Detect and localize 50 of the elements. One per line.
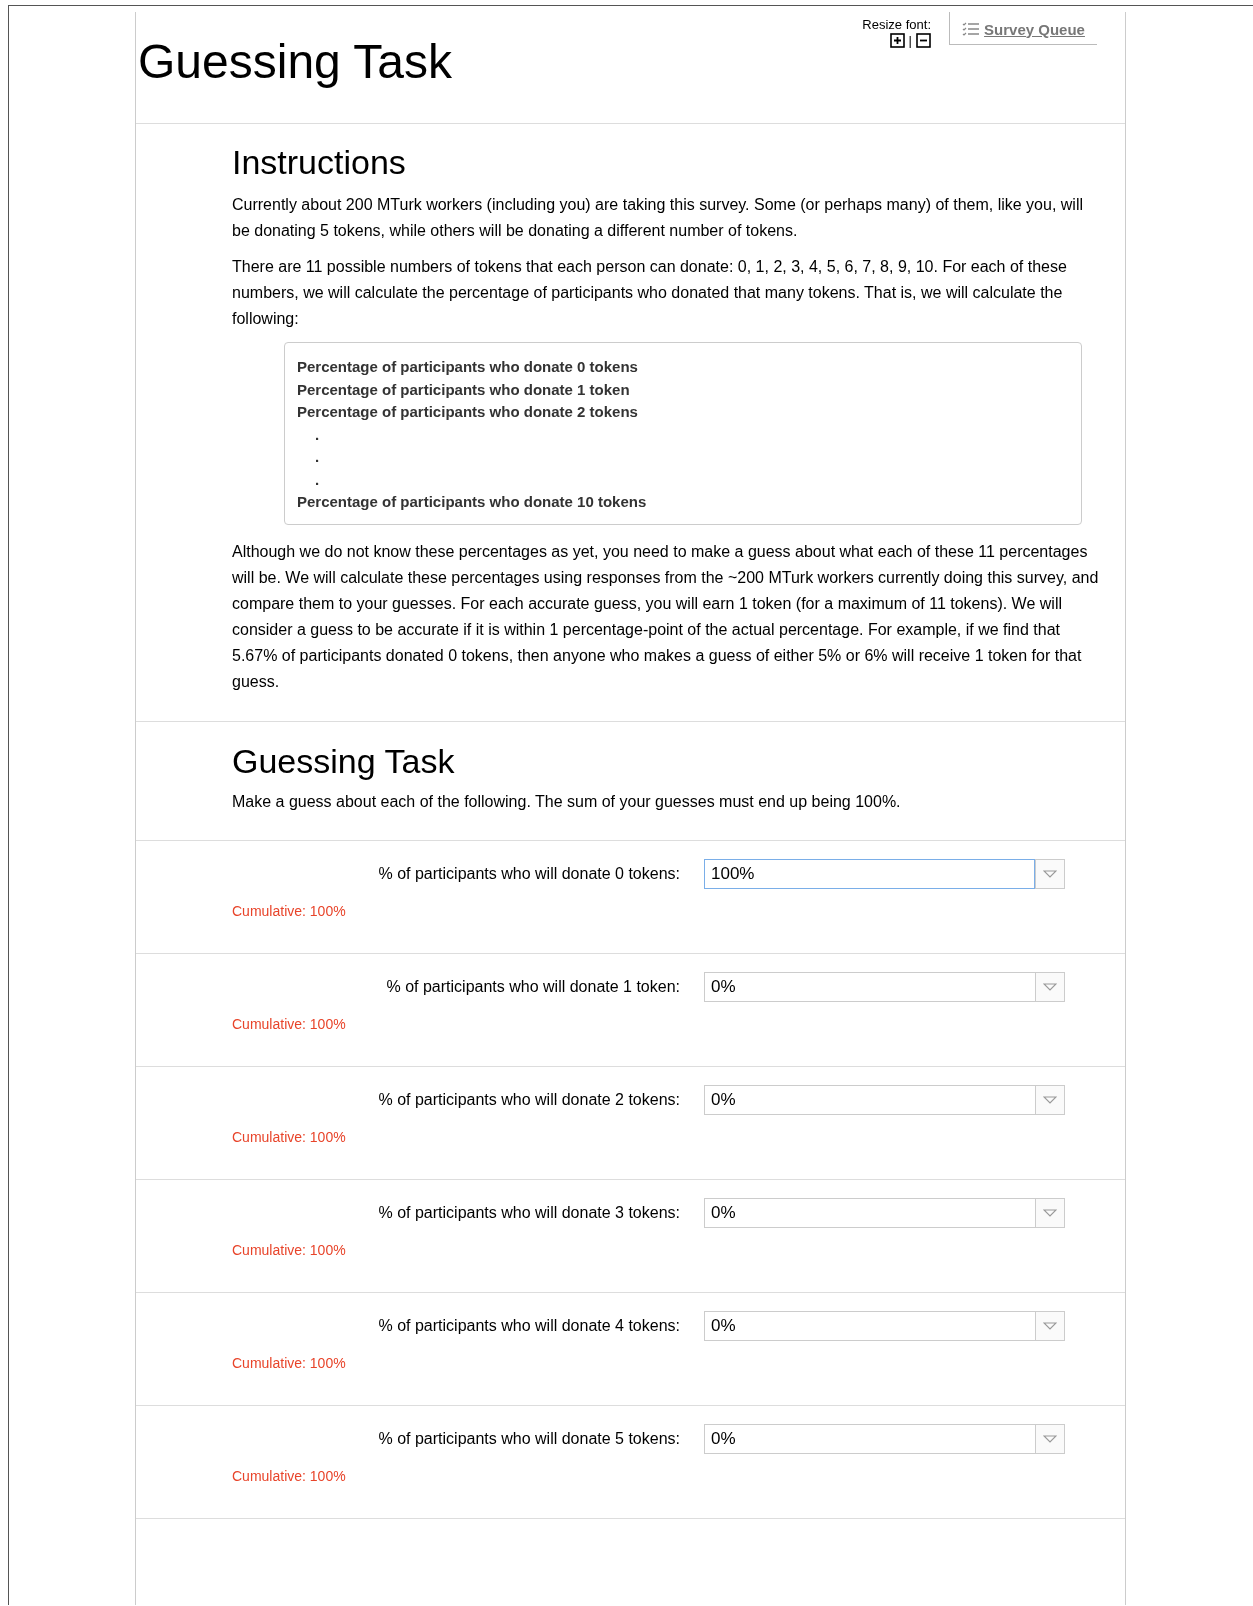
cumulative-text: Cumulative: 100% (232, 1129, 347, 1145)
page-title: Guessing Task (138, 34, 452, 90)
percent-field[interactable]: 0% (704, 1311, 1035, 1341)
survey-queue-link[interactable]: Survey Queue (949, 12, 1097, 45)
cumulative-text: Cumulative: 100% (232, 1355, 347, 1371)
question-label: % of participants who will donate 3 tokens: (377, 1204, 681, 1222)
ellipsis-dot: . (315, 448, 320, 465)
percent-field[interactable]: 0% (704, 1198, 1035, 1228)
paragraph: There are 11 possible numbers of tokens that each person can donate: 0, 1, 2, 3, 4, 5, 6, 7, 8, 9, 10. For each of these numbers, we will calculate the percentage of participants who donated that many tokens. That is, we will calculate the following: (232, 257, 1068, 329)
box-line: Percentage of participants who donate 2 tokens (297, 403, 638, 420)
percent-field[interactable]: 0% (704, 1085, 1035, 1115)
percent-field[interactable]: 0% (704, 972, 1035, 1002)
caret-icon (1043, 1322, 1057, 1330)
question-label: % of participants who will donate 1 token: (385, 978, 681, 996)
percent-field[interactable]: 0% (704, 1424, 1035, 1454)
ellipsis-dot: . (315, 425, 320, 443)
ellipsis-dot: . (315, 470, 320, 488)
paragraph: Currently about 200 MTurk workers (including you) are taking this survey. Some (or perhaps many) of them, like you, will be donating 5 tokens, while others will be donating a different number of tokens. (232, 195, 1084, 241)
dropdown-button[interactable] (1035, 1085, 1065, 1115)
cumulative-text: Cumulative: 100% (232, 903, 347, 919)
caret-icon (1043, 1435, 1057, 1443)
question-label: % of participants who will donate 2 tokens: (377, 1091, 681, 1109)
cumulative-text: Cumulative: 100% (232, 1468, 347, 1484)
box-line: Percentage of participants who donate 0 tokens (297, 358, 638, 375)
box-line: Percentage of participants who donate 10 tokens (297, 493, 647, 510)
dropdown-button[interactable] (1035, 859, 1065, 889)
caret-icon (1043, 870, 1057, 878)
box-line: Percentage of participants who donate 1 token (297, 380, 630, 398)
section-heading: Guessing Task (232, 741, 456, 781)
cumulative-text: Cumulative: 100% (232, 1242, 347, 1258)
instruction-text: Make a guess about each of the following. The sum of your guesses must end up being 100%. (232, 792, 902, 812)
resize-font-label: Resize font: (861, 17, 931, 32)
list-icon (962, 22, 981, 36)
minus-icon[interactable] (916, 33, 931, 48)
caret-icon (1043, 1209, 1057, 1217)
paragraph: Although we do not know these percentages as yet, you need to make a guess about what each of these 11 percentages will be. We will calculate these percentages using responses from the ~200 MTurk workers currently doing this survey, and compare them to your guesses. For each accurate guess, you will earn 1 token (for a maximum of 11 tokens). We will consider a guess to be accurate if it is within 1 percentage-point of the actual percentage. For example, if we find that 5.67% of participants donated 0 tokens, then anyone who makes a guess of either 5% or 6% will receive 1 token for that guess. (232, 541, 1100, 692)
question-label: % of participants who will donate 4 tokens: (377, 1317, 681, 1335)
section-heading: Instructions (232, 142, 407, 182)
dropdown-button[interactable] (1035, 1424, 1065, 1454)
plus-icon[interactable] (889, 33, 905, 48)
dropdown-button[interactable] (1035, 1198, 1065, 1228)
dropdown-button[interactable] (1035, 1311, 1065, 1341)
caret-icon (1043, 983, 1057, 991)
percent-field[interactable]: 100% (704, 859, 1035, 889)
dropdown-button[interactable] (1035, 972, 1065, 1002)
separator: | (908, 33, 912, 48)
caret-icon (1043, 1096, 1057, 1104)
question-label: % of participants who will donate 0 tokens: (377, 865, 681, 883)
question-label: % of participants who will donate 5 tokens: (377, 1430, 681, 1448)
cumulative-text: Cumulative: 100% (232, 1016, 347, 1032)
